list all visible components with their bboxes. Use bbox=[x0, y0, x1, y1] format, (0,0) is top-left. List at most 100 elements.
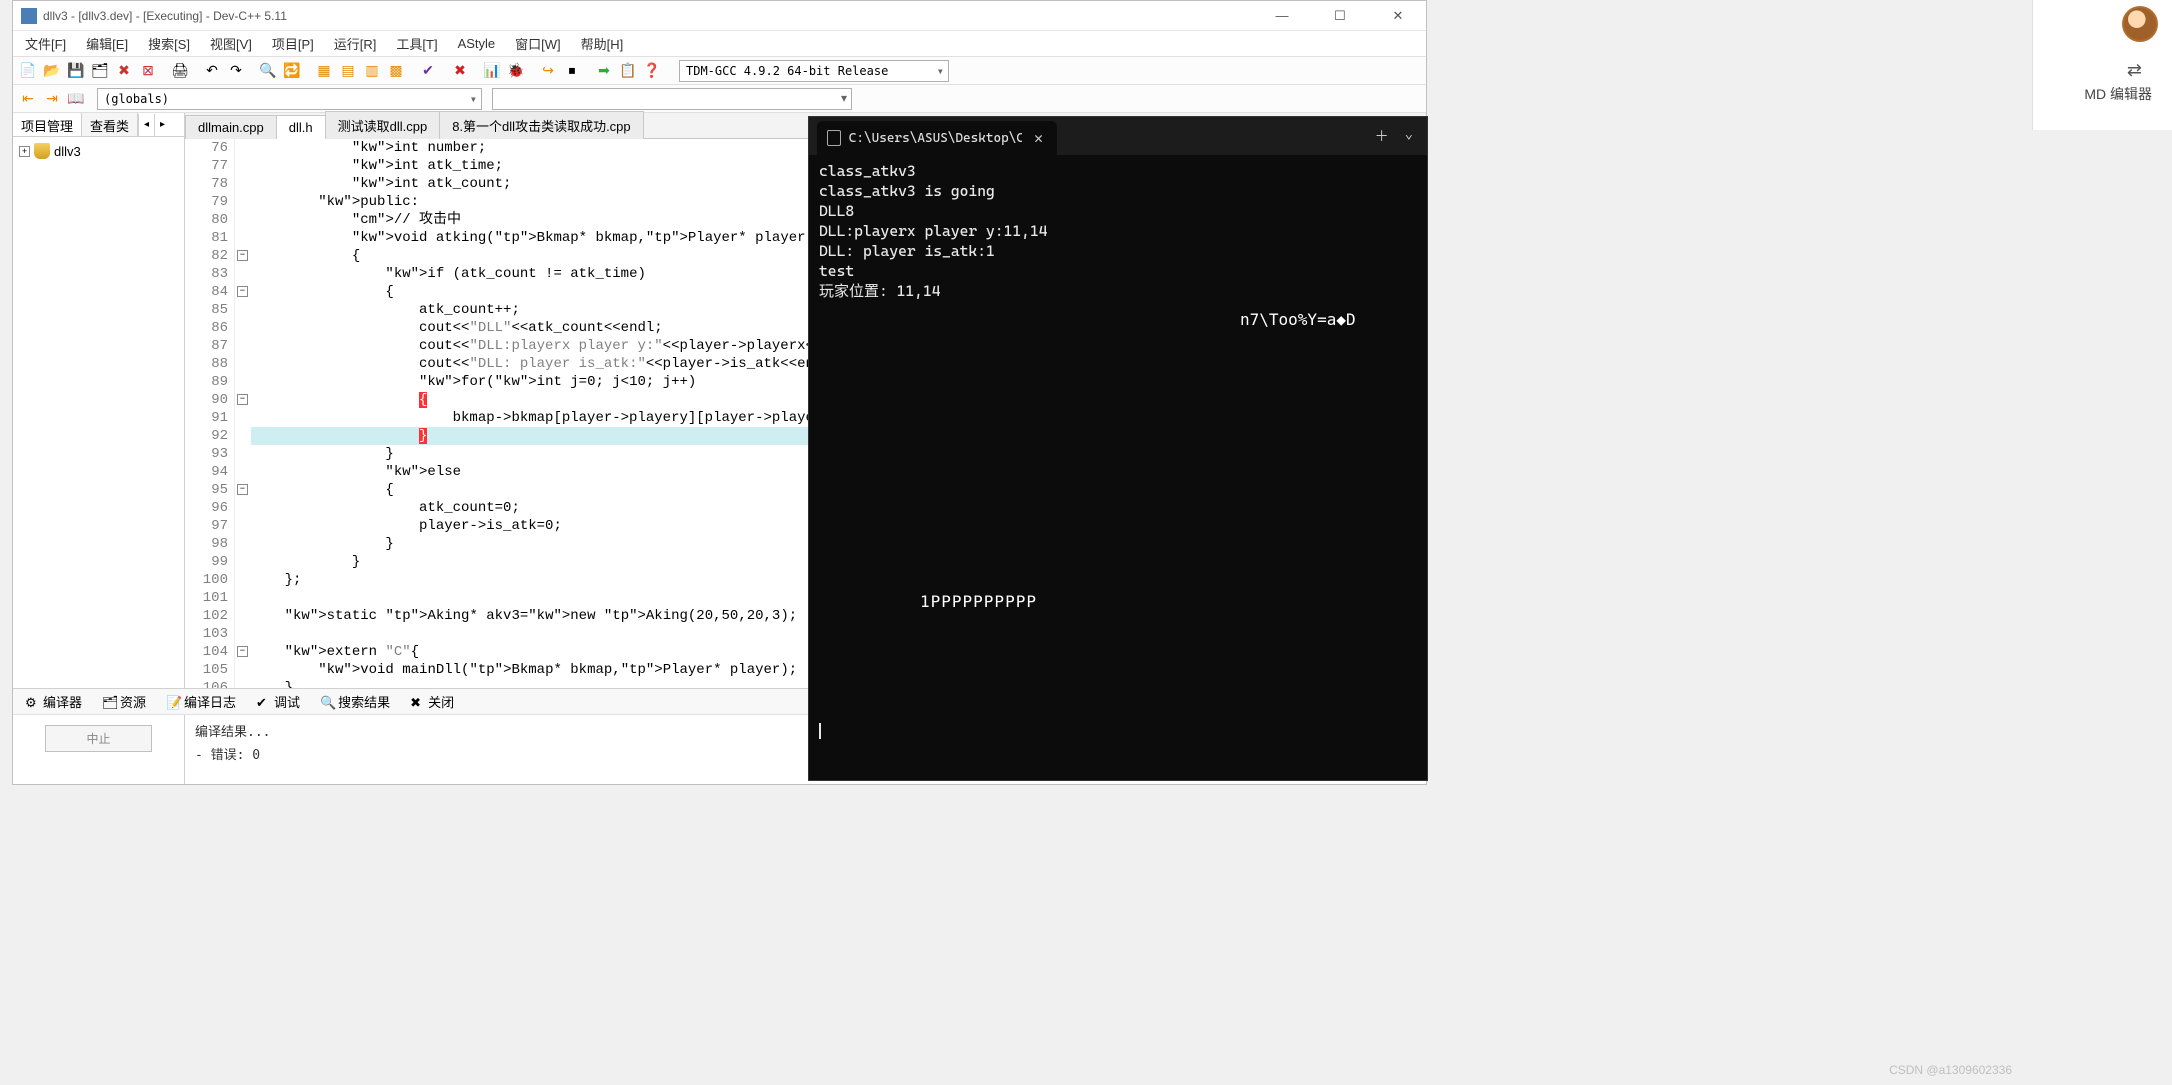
terminal-tab-close-icon[interactable]: ✕ bbox=[1030, 129, 1047, 147]
help-icon[interactable] bbox=[641, 60, 663, 82]
cmd-icon bbox=[827, 130, 841, 146]
tree-project-root[interactable]: + dllv3 bbox=[17, 141, 180, 161]
menubar: 文件[F] 编辑[E] 搜索[S] 视图[V] 项目[P] 运行[R] 工具[T… bbox=[13, 31, 1426, 57]
gutter-line: 98 bbox=[185, 535, 228, 553]
close-button[interactable]: ✕ bbox=[1378, 4, 1418, 28]
gutter-line: 76 bbox=[185, 139, 228, 157]
menu-project[interactable]: 项目[P] bbox=[264, 31, 322, 56]
menu-tools[interactable]: 工具[T] bbox=[388, 31, 445, 56]
save-all-icon[interactable] bbox=[89, 60, 111, 82]
md-toggle-icon[interactable]: ⇄ bbox=[2127, 60, 2142, 81]
debug-icon[interactable] bbox=[505, 60, 527, 82]
nav-back-icon[interactable] bbox=[17, 88, 39, 110]
save-icon[interactable] bbox=[65, 60, 87, 82]
gutter-line: 94 bbox=[185, 463, 228, 481]
bookmarks-icon[interactable] bbox=[65, 88, 87, 110]
gutter-line: 104 bbox=[185, 643, 228, 661]
new-project-icon[interactable] bbox=[617, 60, 639, 82]
gutter-line: 102 bbox=[185, 607, 228, 625]
window-title: dllv3 - [dllv3.dev] - [Executing] - Dev-… bbox=[43, 9, 1262, 23]
overlay-text-1: n7\Too%Y=a◆D bbox=[1240, 310, 1356, 329]
terminal-new-tab-icon[interactable]: ＋ bbox=[1375, 126, 1389, 146]
member-select[interactable] bbox=[492, 88, 852, 110]
tab-attack[interactable]: 8.第一个dll攻击类读取成功.cpp bbox=[439, 111, 643, 139]
tab-dllh[interactable]: dll.h bbox=[276, 115, 326, 139]
redo-icon[interactable] bbox=[225, 60, 247, 82]
gutter-line: 95 bbox=[185, 481, 228, 499]
gutter-line: 84 bbox=[185, 283, 228, 301]
profile-icon[interactable] bbox=[481, 60, 503, 82]
new-file-icon[interactable] bbox=[17, 60, 39, 82]
menu-window[interactable]: 窗口[W] bbox=[507, 31, 569, 56]
tab-resources[interactable]: 🗂资源 bbox=[94, 689, 154, 714]
close-all-icon[interactable] bbox=[137, 60, 159, 82]
resources-tab-icon: 🗂 bbox=[102, 695, 116, 709]
gutter-line: 81 bbox=[185, 229, 228, 247]
gutter-line: 82 bbox=[185, 247, 228, 265]
titlebar: dllv3 - [dllv3.dev] - [Executing] - Dev-… bbox=[13, 1, 1426, 31]
menu-help[interactable]: 帮助[H] bbox=[573, 31, 632, 56]
nav-fwd-icon[interactable] bbox=[41, 88, 63, 110]
abort-button[interactable]: 中止 bbox=[45, 725, 151, 752]
menu-astyle[interactable]: AStyle bbox=[450, 33, 504, 54]
layout4-icon[interactable] bbox=[385, 60, 407, 82]
terminal-tab-title: C:\Users\ASUS\Desktop\Cdll\ bbox=[849, 131, 1022, 146]
sidebar-tab-project[interactable]: 项目管理 bbox=[13, 113, 82, 136]
sidebar-tab-classes[interactable]: 查看类 bbox=[82, 113, 138, 136]
sidebar-prev-icon[interactable]: ◂ bbox=[138, 114, 154, 136]
gutter-line: 79 bbox=[185, 193, 228, 211]
replace-icon[interactable] bbox=[281, 60, 303, 82]
abort-icon[interactable] bbox=[561, 60, 583, 82]
tree-expand-icon[interactable]: + bbox=[19, 146, 30, 157]
scope-select[interactable]: (globals) bbox=[97, 88, 482, 110]
gutter-line: 91 bbox=[185, 409, 228, 427]
menu-view[interactable]: 视图[V] bbox=[202, 31, 260, 56]
terminal-window: C:\Users\ASUS\Desktop\Cdll\ ✕ ＋ ⌄ class_… bbox=[808, 116, 1428, 781]
menu-run[interactable]: 运行[R] bbox=[326, 31, 385, 56]
fold-toggle-icon[interactable]: − bbox=[237, 646, 248, 657]
menu-search[interactable]: 搜索[S] bbox=[140, 31, 198, 56]
layout1-icon[interactable] bbox=[313, 60, 335, 82]
close-file-icon[interactable] bbox=[113, 60, 135, 82]
user-avatar[interactable] bbox=[2122, 6, 2158, 42]
sidebar-next-icon[interactable]: ▸ bbox=[154, 114, 170, 136]
compiler-select[interactable]: TDM-GCC 4.9.2 64-bit Release bbox=[679, 60, 949, 82]
goto-icon[interactable] bbox=[593, 60, 615, 82]
fold-toggle-icon[interactable]: − bbox=[237, 394, 248, 405]
gutter-line: 93 bbox=[185, 445, 228, 463]
compile-icon[interactable] bbox=[417, 60, 439, 82]
gutter-line: 85 bbox=[185, 301, 228, 319]
fold-toggle-icon[interactable]: − bbox=[237, 250, 248, 261]
print-icon[interactable] bbox=[169, 60, 191, 82]
open-file-icon[interactable] bbox=[41, 60, 63, 82]
tab-compiler[interactable]: ⚙编译器 bbox=[17, 689, 90, 714]
gutter-line: 101 bbox=[185, 589, 228, 607]
tab-dllmain[interactable]: dllmain.cpp bbox=[185, 115, 277, 139]
terminal-dropdown-icon[interactable]: ⌄ bbox=[1405, 126, 1413, 146]
maximize-button[interactable]: ☐ bbox=[1320, 4, 1360, 28]
fold-toggle-icon[interactable]: − bbox=[237, 286, 248, 297]
menu-file[interactable]: 文件[F] bbox=[17, 31, 74, 56]
menu-edit[interactable]: 编辑[E] bbox=[78, 31, 136, 56]
tab-close[interactable]: ✖关闭 bbox=[402, 689, 462, 714]
minimize-button[interactable]: — bbox=[1262, 4, 1302, 28]
gutter-line: 89 bbox=[185, 373, 228, 391]
terminal-tab[interactable]: C:\Users\ASUS\Desktop\Cdll\ ✕ bbox=[817, 121, 1057, 155]
run-icon[interactable] bbox=[537, 60, 559, 82]
terminal-body[interactable]: class_atkv3 class_atkv3 is going DLL8 DL… bbox=[809, 155, 1427, 780]
md-editor-label[interactable]: MD 编辑器 bbox=[2084, 84, 2152, 104]
layout2-icon[interactable] bbox=[337, 60, 359, 82]
stop-icon[interactable] bbox=[449, 60, 471, 82]
find-icon[interactable] bbox=[257, 60, 279, 82]
tab-test[interactable]: 测试读取dll.cpp bbox=[325, 111, 441, 139]
gutter-line: 97 bbox=[185, 517, 228, 535]
sidebar: 项目管理 查看类 ◂ ▸ + dllv3 bbox=[13, 113, 185, 688]
tab-debug[interactable]: ✔调试 bbox=[248, 689, 308, 714]
undo-icon[interactable] bbox=[201, 60, 223, 82]
fold-toggle-icon[interactable]: − bbox=[237, 484, 248, 495]
tab-searchresults[interactable]: 🔍搜索结果 bbox=[312, 689, 398, 714]
gutter-line: 106 bbox=[185, 679, 228, 688]
layout3-icon[interactable] bbox=[361, 60, 383, 82]
tab-compilelog[interactable]: 📝编译日志 bbox=[158, 689, 244, 714]
gutter-line: 86 bbox=[185, 319, 228, 337]
